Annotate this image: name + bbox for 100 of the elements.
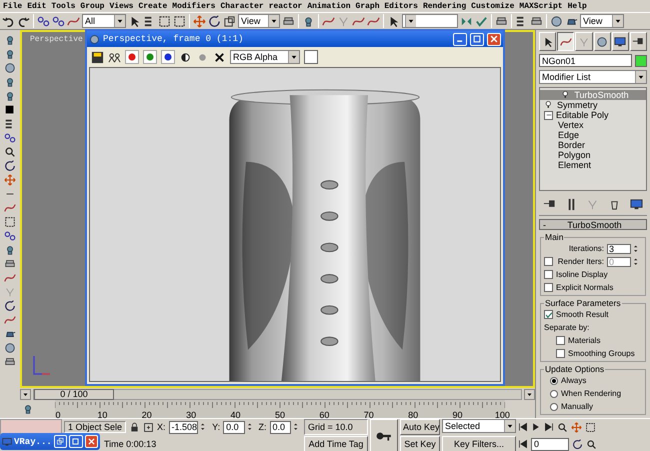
close-button[interactable] xyxy=(84,435,98,448)
menu-item[interactable]: Tools xyxy=(51,2,76,10)
key-mode-dropdown[interactable]: Selected xyxy=(442,419,516,433)
channel-toggle[interactable] xyxy=(125,50,139,64)
rotate-icon[interactable] xyxy=(4,300,16,312)
add-time-tag-button[interactable]: Add Time Tag xyxy=(304,436,368,451)
play-icon[interactable] xyxy=(531,422,541,432)
menu-item[interactable]: Help xyxy=(568,2,587,10)
modifier-stack-item[interactable]: Editable Poly xyxy=(540,110,646,120)
layers-icon[interactable] xyxy=(282,14,295,28)
clone-icon[interactable] xyxy=(108,50,121,64)
checkmark-icon[interactable] xyxy=(475,14,488,28)
frame-field[interactable]: 0 xyxy=(531,438,569,450)
maximize-button[interactable] xyxy=(69,435,83,448)
half-circle-icon[interactable] xyxy=(179,50,192,64)
dashed-square-icon[interactable] xyxy=(585,422,596,432)
layers-icon[interactable] xyxy=(4,356,16,368)
radio-button[interactable] xyxy=(550,376,558,384)
layers-icon[interactable] xyxy=(495,14,508,28)
link-icon[interactable] xyxy=(4,230,16,242)
curve-icon[interactable] xyxy=(322,14,335,28)
sphere-icon[interactable] xyxy=(4,342,16,354)
zoom-icon[interactable] xyxy=(557,422,568,432)
menu-item[interactable]: Modifiers xyxy=(172,2,216,10)
menu-item[interactable]: Edit xyxy=(27,2,46,10)
channel-toggle[interactable] xyxy=(143,50,157,64)
color-swatch[interactable] xyxy=(304,50,318,64)
sphere-icon[interactable] xyxy=(550,14,563,28)
checkbox[interactable] xyxy=(544,310,553,319)
link-icon[interactable] xyxy=(4,132,16,144)
skip-back-icon[interactable] xyxy=(518,422,528,432)
object-name-field[interactable]: NGon01 xyxy=(539,54,632,67)
filled-square-icon[interactable] xyxy=(4,104,16,116)
menu-item[interactable]: Customize xyxy=(471,2,514,10)
menu-item[interactable]: MAXScript xyxy=(519,2,563,10)
menu-item[interactable]: reactor xyxy=(268,2,302,10)
expand-toggle[interactable] xyxy=(544,110,553,120)
link-icon[interactable] xyxy=(37,14,50,28)
set-key-mode-button[interactable]: Set Key xyxy=(400,436,440,451)
menu-item[interactable]: Animation xyxy=(307,2,351,10)
checkbox[interactable] xyxy=(556,336,565,345)
curve-icon[interactable] xyxy=(67,14,80,28)
zoom-icon[interactable] xyxy=(4,146,16,158)
rotate-icon[interactable] xyxy=(572,438,583,450)
named-selection-dropdown[interactable] xyxy=(402,14,458,28)
checkbox[interactable] xyxy=(544,257,553,266)
channel-dropdown[interactable]: RGB Alpha xyxy=(230,50,300,64)
menu-item[interactable]: Create xyxy=(138,2,168,10)
rollout-header[interactable]: - TurboSmooth xyxy=(539,219,647,230)
close-icon[interactable] xyxy=(213,50,226,64)
key-filters-button[interactable]: Key Filters... xyxy=(442,436,516,451)
coordinate-field[interactable]: 0.0 xyxy=(270,420,291,434)
curve-icon[interactable] xyxy=(352,14,365,28)
rotate-icon[interactable] xyxy=(4,160,16,172)
redo-icon[interactable] xyxy=(17,14,30,28)
modifier-stack-item[interactable]: Element xyxy=(540,160,646,170)
zoom-icon[interactable] xyxy=(586,438,597,450)
viewport[interactable]: Perspective Perspective, frame 0 (1:1) RGB Alpha xyxy=(20,30,535,388)
link-icon[interactable] xyxy=(52,14,65,28)
offset-mode-icon[interactable] xyxy=(143,422,154,432)
time-slider-thumb[interactable]: 0 / 100 xyxy=(34,388,114,400)
checkbox[interactable] xyxy=(556,349,565,358)
dashed-square-icon[interactable] xyxy=(4,216,16,228)
taskbar-window-button[interactable]: VRay... xyxy=(0,433,100,450)
undo-icon[interactable] xyxy=(2,14,15,28)
set-key-button[interactable] xyxy=(370,419,398,451)
render-preset-dropdown[interactable]: View xyxy=(580,14,624,28)
skip-forward-icon[interactable] xyxy=(544,422,554,432)
menu-item[interactable]: Views xyxy=(109,2,134,10)
checkbox[interactable] xyxy=(544,283,553,292)
lock-icon[interactable] xyxy=(129,422,140,432)
dashed-square-icon[interactable] xyxy=(173,14,186,28)
coordinate-system-dropdown[interactable]: View xyxy=(238,14,280,28)
modifier-stack-item[interactable]: Edge xyxy=(540,130,646,140)
modifier-stack-item[interactable]: Border xyxy=(540,140,646,150)
curve-icon[interactable] xyxy=(4,314,16,326)
maximize-button[interactable] xyxy=(470,32,484,46)
menu-item[interactable]: Character xyxy=(220,2,264,10)
save-icon[interactable] xyxy=(91,50,104,64)
rotate-icon[interactable] xyxy=(208,14,221,28)
next-frame-button[interactable] xyxy=(524,388,535,400)
layers-icon[interactable] xyxy=(4,258,16,270)
restore-button[interactable] xyxy=(54,435,68,448)
coordinate-field[interactable]: 0.0 xyxy=(223,420,245,434)
close-button[interactable] xyxy=(487,32,501,46)
checkbox[interactable] xyxy=(544,270,553,279)
modifier-stack-item[interactable]: Polygon xyxy=(540,150,646,160)
previous-frame-button[interactable] xyxy=(20,388,31,400)
channel-toggle[interactable] xyxy=(161,50,175,64)
curve-icon[interactable] xyxy=(4,202,16,214)
radio-button[interactable] xyxy=(550,390,558,398)
menu-item[interactable]: Rendering xyxy=(422,2,466,10)
modifier-stack-item[interactable]: Vertex xyxy=(540,120,646,130)
modifier-list-dropdown[interactable]: Modifier List xyxy=(539,70,647,84)
skip-back-icon[interactable] xyxy=(518,439,528,449)
curve-icon[interactable] xyxy=(4,272,16,284)
menu-item[interactable]: File xyxy=(3,2,22,10)
radio-button[interactable] xyxy=(550,402,558,410)
menu-item[interactable]: Group xyxy=(80,2,104,10)
auto-key-button[interactable]: Auto Key xyxy=(400,419,440,435)
